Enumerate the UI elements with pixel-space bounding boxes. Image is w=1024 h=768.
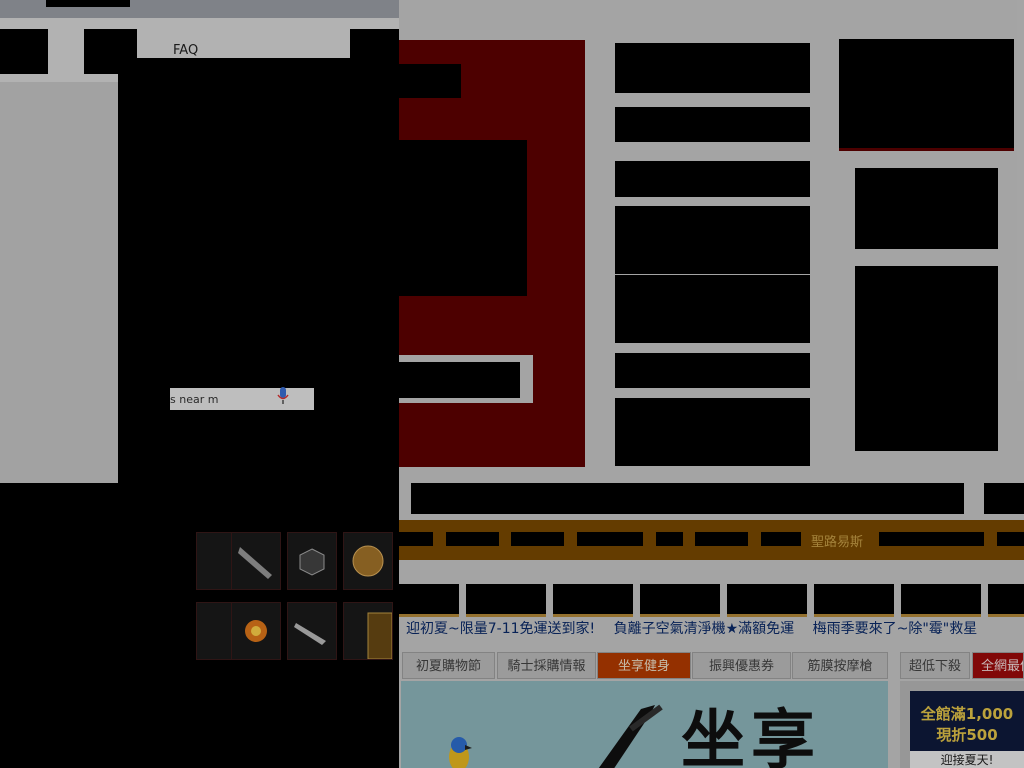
inventory-slot-weapon[interactable]: [287, 602, 337, 660]
faq-link[interactable]: FAQ: [173, 43, 198, 58]
marquee-ticker: 迎初夏~限量7-11免運送到家! 負離子空氣清淨機★滿額免運 梅雨季要來了~除"…: [406, 618, 991, 638]
ad-slot[interactable]: [615, 161, 810, 197]
category-item[interactable]: [577, 532, 643, 546]
ticker-link[interactable]: 負離子空氣清淨機★滿額免運: [614, 621, 795, 637]
nxt-badge-icon: [299, 548, 325, 576]
ticker-thumb[interactable]: [640, 584, 720, 617]
category-item[interactable]: [761, 532, 801, 546]
ticker-thumb[interactable]: [466, 584, 546, 617]
category-item[interactable]: [656, 532, 683, 546]
promo-cta: 迎接夏天!: [910, 751, 1024, 768]
ad-slot[interactable]: [839, 39, 1014, 151]
category-item[interactable]: [997, 532, 1024, 546]
tab-rider-info[interactable]: 騎士採購情報: [497, 652, 596, 679]
ad-slot[interactable]: [615, 206, 810, 274]
promo-box[interactable]: 全館滿1,000 現折500 迎接夏天!: [910, 691, 1024, 768]
wide-bar-end[interactable]: [984, 483, 1024, 514]
parrot-icon: [449, 737, 472, 768]
inventory-slot-nxt[interactable]: [287, 532, 337, 590]
fire-item-icon: [245, 620, 267, 642]
side-panel: [0, 82, 118, 483]
ad-slot[interactable]: [615, 353, 810, 388]
tab-vouchers[interactable]: 振興優惠券: [692, 652, 791, 679]
ad-slot[interactable]: [615, 398, 810, 466]
inventory-slot-chest[interactable]: [343, 602, 393, 660]
tab-massage-gun[interactable]: 筋膜按摩槍: [792, 652, 888, 679]
inventory-slot-fire[interactable]: [231, 602, 281, 660]
category-item[interactable]: [399, 532, 433, 546]
ticker-link[interactable]: 迎初夏~限量7-11免運送到家!: [406, 621, 595, 637]
game-inventory: [196, 522, 399, 662]
cp-coin-icon: [352, 545, 384, 577]
ticker-thumb[interactable]: [988, 584, 1024, 617]
tab-strip-block[interactable]: [46, 0, 130, 7]
search-input[interactable]: [170, 388, 270, 410]
tab-lowest-price[interactable]: 全網最低: [972, 652, 1024, 679]
rifle-icon: [238, 547, 272, 579]
ad-slot[interactable]: [615, 107, 810, 142]
ad-slot[interactable]: [615, 275, 810, 343]
category-item[interactable]: [879, 532, 984, 546]
ticker-link[interactable]: 梅雨季要來了~除"霉"救星: [813, 621, 978, 637]
black-block: [399, 64, 461, 98]
ticker-thumb[interactable]: [553, 584, 633, 617]
toolbar-button[interactable]: [0, 29, 48, 74]
search-box[interactable]: [170, 388, 314, 410]
black-block: [399, 140, 527, 296]
weapon-icon: [294, 623, 326, 645]
inventory-slot-cp[interactable]: [343, 532, 393, 590]
wide-bar[interactable]: [411, 483, 964, 514]
exercise-bike-icon: [598, 704, 663, 768]
ticker-thumb[interactable]: [727, 584, 807, 617]
ticker-thumb[interactable]: [399, 584, 459, 617]
fitness-banner[interactable]: 坐享: [401, 681, 888, 768]
inventory-slot-rifle[interactable]: [231, 532, 281, 590]
treasure-chest-icon: [367, 612, 393, 660]
tab-summer-festival[interactable]: 初夏購物節: [402, 652, 495, 679]
ad-slot[interactable]: [855, 168, 998, 249]
promo-line: 現折500: [936, 726, 998, 744]
category-item-brand[interactable]: 聖路易斯: [811, 531, 863, 550]
category-item[interactable]: [446, 532, 499, 546]
banner-headline: 坐享: [681, 704, 821, 768]
category-item[interactable]: [511, 532, 564, 546]
tab-fitness[interactable]: 坐享健身: [597, 652, 691, 679]
ad-slot[interactable]: [855, 266, 998, 451]
ad-slot[interactable]: [615, 43, 810, 93]
ticker-thumb[interactable]: [814, 584, 894, 617]
promo-line: 全館滿1,000: [920, 705, 1014, 723]
ticker-thumb[interactable]: [901, 584, 981, 617]
overlay-block: [118, 58, 399, 483]
microphone-icon[interactable]: [276, 386, 290, 406]
category-item[interactable]: [695, 532, 748, 546]
black-block[interactable]: [399, 362, 520, 398]
promo-ad[interactable]: 全館滿1,000 現折500 迎接夏天!: [900, 681, 1024, 768]
tab-flash-sale[interactable]: 超低下殺: [900, 652, 970, 679]
